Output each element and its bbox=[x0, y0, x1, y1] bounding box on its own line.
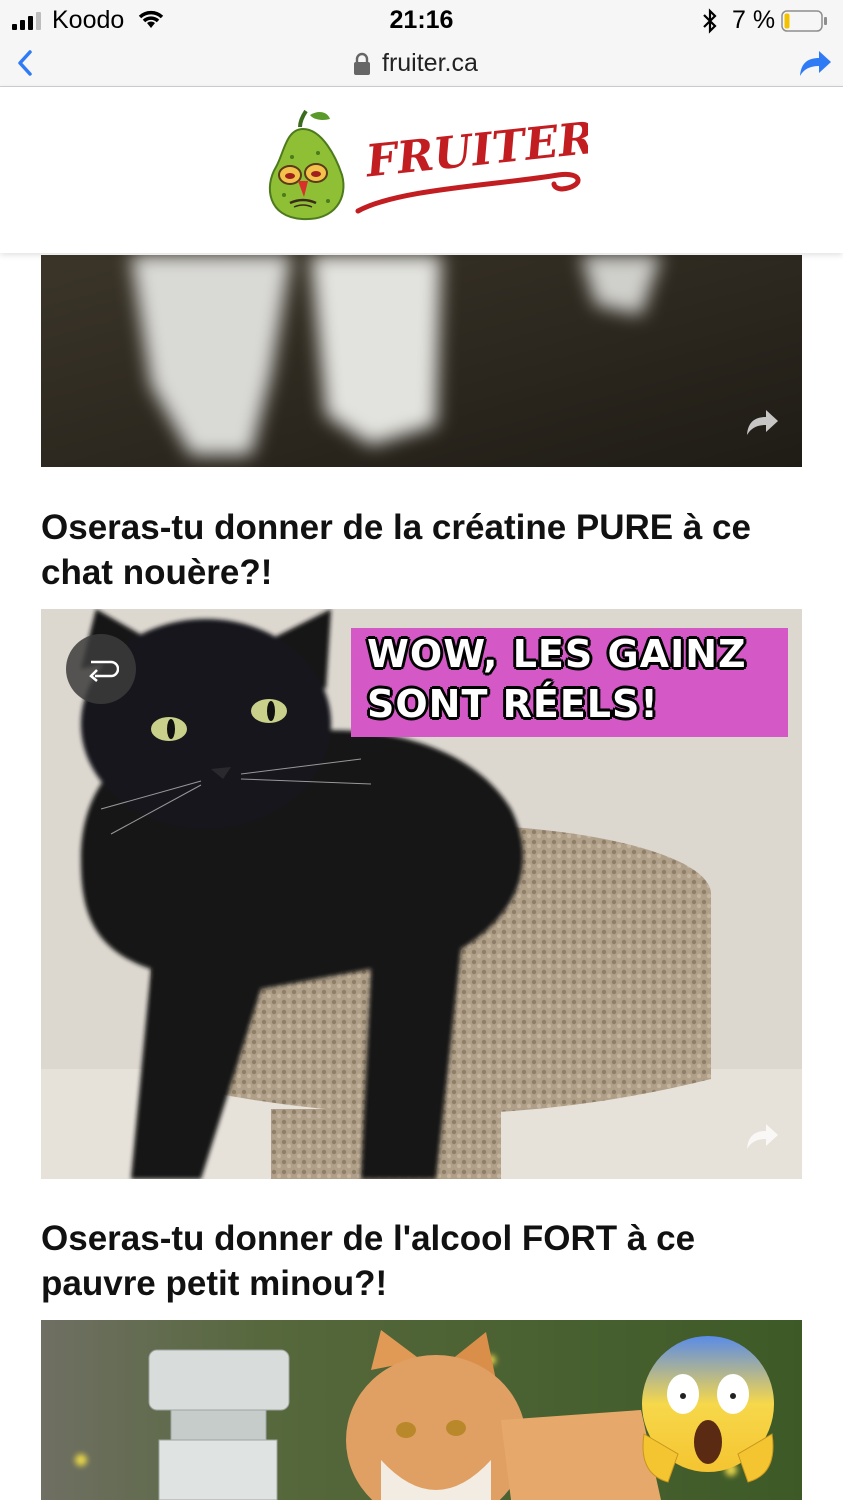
screaming-face-emoji-icon bbox=[642, 1336, 774, 1483]
article-video[interactable]: WOW, LES GAINZ SONT RÉELS! bbox=[41, 609, 802, 1179]
caption-line-1: WOW, LES GAINZ bbox=[367, 632, 747, 676]
status-bar: Koodo 21:16 7 % bbox=[0, 0, 843, 42]
fruiter-logo[interactable]: FRUITER bbox=[258, 105, 588, 225]
share-icon[interactable] bbox=[744, 1121, 780, 1151]
battery-icon bbox=[781, 10, 827, 32]
article-image[interactable] bbox=[41, 255, 802, 467]
url-bar[interactable]: fruiter.ca bbox=[0, 42, 843, 87]
article-feed[interactable]: Oseras-tu donner de la créatine PURE à c… bbox=[0, 253, 843, 1500]
url-text[interactable]: fruiter.ca bbox=[382, 49, 478, 78]
share-icon[interactable] bbox=[797, 48, 833, 78]
back-chevron-icon[interactable] bbox=[14, 48, 36, 78]
replay-button[interactable] bbox=[66, 634, 136, 704]
replay-icon bbox=[89, 660, 119, 682]
article-title[interactable]: Oseras-tu donner de l'alcool FORT à ce p… bbox=[41, 1216, 811, 1306]
battery-percent: 7 % bbox=[732, 6, 776, 34]
article-title[interactable]: Oseras-tu donner de la créatine PURE à c… bbox=[41, 505, 811, 595]
video-caption: WOW, LES GAINZ SONT RÉELS! bbox=[351, 628, 788, 737]
share-icon[interactable] bbox=[744, 407, 780, 437]
blurry-photo bbox=[41, 255, 802, 467]
bluetooth-icon bbox=[703, 8, 717, 34]
lock-icon bbox=[354, 52, 370, 75]
article-video[interactable] bbox=[41, 1320, 802, 1500]
site-header: FRUITER bbox=[0, 87, 843, 253]
caption-line-2: SONT RÉELS! bbox=[367, 682, 659, 726]
